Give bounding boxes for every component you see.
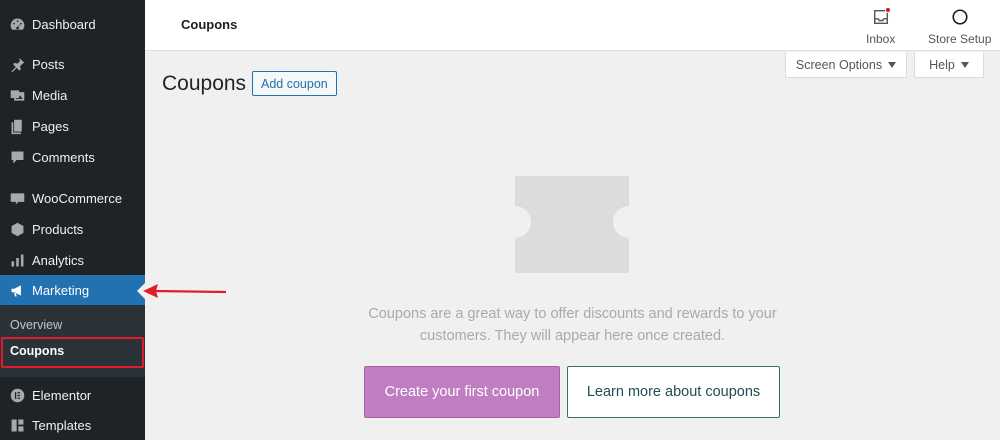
create-first-coupon-button[interactable]: Create your first coupon (364, 366, 560, 418)
sidebar-item-woocommerce[interactable]: WooCommerce (0, 183, 145, 213)
sidebar-item-label: Elementor (32, 387, 92, 403)
submenu-item-overview[interactable]: Overview (10, 318, 62, 332)
sidebar-item-pages[interactable]: Pages (0, 111, 145, 141)
analytics-icon (8, 251, 26, 269)
products-icon (8, 220, 26, 238)
sidebar-item-analytics[interactable]: Analytics (0, 245, 145, 275)
sidebar-item-templates[interactable]: Templates (0, 410, 145, 440)
sidebar-item-dashboard[interactable]: Dashboard (0, 9, 145, 39)
store-setup-button[interactable]: Store Setup (928, 6, 991, 46)
inbox-button[interactable]: Inbox (866, 6, 895, 46)
page-title: Coupons (162, 72, 247, 95)
sidebar-item-label: Products (32, 221, 84, 237)
screen-options-button[interactable]: Screen Options (785, 52, 907, 78)
comment-icon (8, 148, 26, 166)
sidebar-item-elementor[interactable]: Elementor (0, 380, 145, 410)
sidebar-item-label: Marketing (32, 282, 90, 298)
caret-down-icon (888, 61, 897, 68)
coupon-ticket-icon (515, 176, 629, 273)
elementor-icon (8, 386, 26, 404)
sidebar-item-marketing[interactable]: Marketing (0, 275, 145, 305)
empty-state-line-1: Coupons are a great way to offer discoun… (368, 306, 777, 322)
sidebar-item-posts[interactable]: Posts (0, 49, 145, 79)
learn-more-coupons-button[interactable]: Learn more about coupons (567, 366, 780, 418)
inbox-label: Inbox (866, 32, 896, 46)
sidebar-item-label: Comments (32, 149, 95, 165)
sidebar-item-media[interactable]: Media (0, 80, 145, 110)
sidebar-item-label: Pages (32, 118, 69, 134)
pages-icon (8, 117, 26, 135)
sidebar-item-label: Posts (32, 56, 65, 72)
templates-icon (8, 416, 26, 434)
pin-icon (8, 55, 26, 73)
megaphone-icon (8, 281, 26, 299)
coupons-highlight-annotation (1, 337, 144, 368)
sidebar-item-label: Media (32, 87, 68, 103)
screen-options-label: Screen Options (795, 57, 883, 72)
sidebar-item-products[interactable]: Products (0, 214, 145, 244)
help-label: Help (929, 57, 955, 72)
inbox-icon (870, 6, 892, 28)
sidebar-item-label: Templates (32, 417, 92, 433)
store-setup-label: Store Setup (928, 32, 992, 46)
empty-state-message: Coupons are a great way to offer discoun… (345, 303, 800, 347)
header-title: Coupons (181, 17, 238, 32)
admin-sidebar: Dashboard Posts Media Pages Comments Woo… (0, 0, 145, 440)
empty-state-line-2: customers. They will appear here once cr… (419, 328, 726, 344)
sidebar-item-label: WooCommerce (32, 190, 123, 206)
progress-ring-icon (949, 6, 971, 28)
add-coupon-button[interactable]: Add coupon (252, 71, 337, 96)
annotation-arrow-icon (143, 284, 227, 298)
caret-down-icon (960, 61, 969, 68)
sidebar-item-label: Analytics (32, 252, 85, 268)
notification-dot (884, 7, 891, 13)
help-button[interactable]: Help (914, 52, 984, 78)
sidebar-item-comments[interactable]: Comments (0, 142, 145, 172)
woocommerce-header: Coupons Inbox Store Setup (145, 0, 1000, 51)
dashboard-icon (8, 15, 26, 33)
media-icon (8, 86, 26, 104)
woocommerce-icon (8, 189, 26, 207)
sidebar-item-label: Dashboard (32, 16, 96, 32)
